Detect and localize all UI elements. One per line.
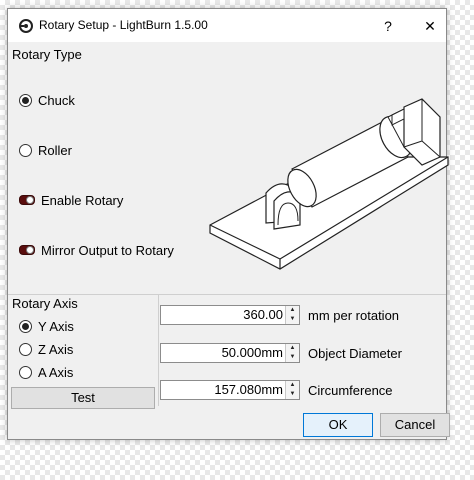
title-bar: Rotary Setup - LightBurn 1.5.00 ? ✕ xyxy=(8,9,446,42)
radio-a-axis[interactable]: A Axis xyxy=(19,362,73,382)
test-button[interactable]: Test xyxy=(11,387,155,409)
object-diameter-label: Object Diameter xyxy=(308,346,402,361)
radio-a-axis-label: A Axis xyxy=(38,364,74,380)
circumference-value: 157.080mm xyxy=(214,382,283,397)
window-title: Rotary Setup - LightBurn 1.5.00 xyxy=(39,18,208,32)
spin-down-icon[interactable]: ▼ xyxy=(286,390,299,399)
circumference-input[interactable]: 157.080mm ▲ ▼ xyxy=(160,380,300,400)
radio-roller-label: Roller xyxy=(38,142,72,158)
ok-button[interactable]: OK xyxy=(303,413,373,437)
radio-y-axis-indicator[interactable] xyxy=(19,319,32,333)
spin-up-icon[interactable]: ▲ xyxy=(286,344,299,353)
spin-up-icon[interactable]: ▲ xyxy=(286,306,299,315)
radio-chuck-label: Chuck xyxy=(38,92,75,108)
mirror-output-label: Mirror Output to Rotary xyxy=(41,242,174,258)
radio-y-axis-label: Y Axis xyxy=(38,318,74,334)
mm-per-rotation-input[interactable]: 360.00 ▲ ▼ xyxy=(160,305,300,325)
radio-roller-indicator[interactable] xyxy=(19,143,32,157)
radio-a-axis-indicator[interactable] xyxy=(19,365,32,379)
enable-rotary-switch[interactable] xyxy=(19,195,35,205)
spin-down-icon[interactable]: ▼ xyxy=(286,353,299,362)
object-diameter-spinner[interactable]: ▲ ▼ xyxy=(285,344,299,362)
radio-z-axis-indicator[interactable] xyxy=(19,342,32,356)
radio-z-axis[interactable]: Z Axis xyxy=(19,339,73,359)
rotary-setup-dialog: Rotary Setup - LightBurn 1.5.00 ? ✕ Rota… xyxy=(7,8,450,440)
mirror-output-switch[interactable] xyxy=(19,245,35,255)
object-diameter-input[interactable]: 50.000mm ▲ ▼ xyxy=(160,343,300,363)
toggle-enable-rotary[interactable]: Enable Rotary xyxy=(19,190,123,210)
close-button[interactable]: ✕ xyxy=(416,15,444,37)
circumference-label: Circumference xyxy=(308,383,393,398)
circumference-spinner[interactable]: ▲ ▼ xyxy=(285,381,299,399)
mm-per-rotation-value: 360.00 xyxy=(243,307,283,322)
axis-divider xyxy=(158,294,159,406)
section-divider xyxy=(8,294,446,295)
spin-down-icon[interactable]: ▼ xyxy=(286,315,299,324)
chuck-rotary-illustration xyxy=(209,98,449,270)
enable-rotary-label: Enable Rotary xyxy=(41,192,124,208)
mm-per-rotation-spinner[interactable]: ▲ ▼ xyxy=(285,306,299,324)
rotary-type-label: Rotary Type xyxy=(12,47,82,62)
mm-per-rotation-label: mm per rotation xyxy=(308,308,400,323)
radio-roller[interactable]: Roller xyxy=(19,140,72,160)
spin-up-icon[interactable]: ▲ xyxy=(286,381,299,390)
toggle-mirror-output[interactable]: Mirror Output to Rotary xyxy=(19,240,174,260)
help-button[interactable]: ? xyxy=(376,15,400,37)
lightburn-logo-icon xyxy=(19,19,33,33)
cancel-button[interactable]: Cancel xyxy=(380,413,450,437)
object-diameter-value: 50.000mm xyxy=(221,345,283,360)
radio-y-axis[interactable]: Y Axis xyxy=(19,316,74,336)
radio-z-axis-label: Z Axis xyxy=(38,341,74,357)
rotary-axis-label: Rotary Axis xyxy=(12,296,78,311)
radio-chuck-indicator[interactable] xyxy=(19,93,32,107)
radio-chuck[interactable]: Chuck xyxy=(19,90,75,110)
